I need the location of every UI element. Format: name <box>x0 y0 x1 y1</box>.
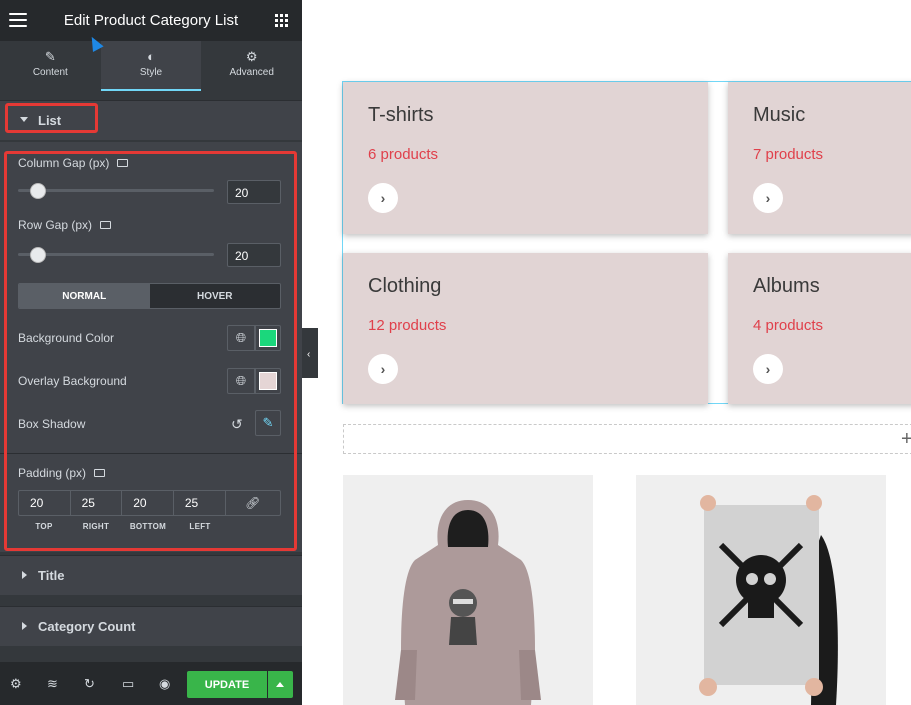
tab-advanced[interactable]: ⚙ Advanced <box>201 41 302 91</box>
chevron-up-icon <box>276 682 284 687</box>
category-name: Music <box>753 104 806 126</box>
collapse-panel-button[interactable]: ‹ <box>302 328 318 378</box>
tab-style[interactable]: ◐ Style <box>100 41 202 91</box>
panel-title: Edit Product Category List <box>63 12 239 29</box>
add-section-area[interactable] <box>343 424 911 454</box>
hoodie-illustration <box>343 475 593 705</box>
category-card-albums[interactable]: Albums 4 products › <box>728 253 911 404</box>
editor-panel: Edit Product Category List ✎ Content ◐ S… <box>0 0 302 705</box>
category-name: Clothing <box>368 275 442 297</box>
preview-eye-icon[interactable]: ◉ <box>159 676 170 692</box>
category-count: 12 products <box>368 317 447 334</box>
category-count: 6 products <box>368 146 439 163</box>
contrast-icon: ◐ <box>147 49 155 64</box>
chevron-right-icon[interactable]: › <box>753 183 783 213</box>
section-title-label: Title <box>38 568 65 583</box>
app-root: Edit Product Category List ✎ Content ◐ S… <box>0 0 911 705</box>
section-category-count-label: Category Count <box>38 619 136 634</box>
chevron-left-icon: ‹ <box>307 349 311 360</box>
responsive-icon[interactable]: ▭ <box>122 676 134 692</box>
widgets-grid-icon[interactable] <box>275 14 288 27</box>
poster-illustration <box>636 475 886 705</box>
tab-content[interactable]: ✎ Content <box>0 41 101 91</box>
gear-icon: ⚙ <box>245 49 258 64</box>
tab-content-label: Content <box>32 67 68 78</box>
highlight-list-controls <box>4 151 297 551</box>
section-category-count-header[interactable]: Category Count <box>0 606 302 646</box>
layers-icon[interactable]: ≋ <box>47 676 58 692</box>
pencil-icon: ✎ <box>44 49 56 64</box>
add-icon[interactable]: + <box>901 428 911 451</box>
section-title-header[interactable]: Title <box>0 555 302 595</box>
tab-advanced-label: Advanced <box>229 67 274 78</box>
update-button[interactable]: UPDATE <box>187 671 267 698</box>
history-icon[interactable]: ↻ <box>84 676 95 692</box>
chevron-right-icon[interactable]: › <box>753 354 783 384</box>
panel-header: Edit Product Category List <box>0 0 302 41</box>
product-image-hoodie[interactable] <box>343 475 593 705</box>
chevron-right-icon[interactable]: › <box>368 354 398 384</box>
chevron-right-icon[interactable]: › <box>368 183 398 213</box>
highlight-list-header <box>5 103 98 133</box>
category-card-clothing[interactable]: Clothing 12 products › <box>343 253 708 404</box>
category-card-tshirts[interactable]: T-shirts 6 products › <box>343 82 708 234</box>
product-image-poster[interactable] <box>636 475 886 705</box>
category-count: 4 products <box>753 317 824 334</box>
panel-tabs: ✎ Content ◐ Style ⚙ Advanced <box>0 41 302 91</box>
update-options-button[interactable] <box>268 671 293 698</box>
settings-icon[interactable]: ⚙ <box>10 676 22 692</box>
category-card-music[interactable]: Music 7 products › <box>728 82 911 234</box>
category-count: 7 products <box>753 146 824 163</box>
category-name: T-shirts <box>368 104 434 126</box>
caret-right-icon <box>22 571 27 579</box>
caret-right-icon <box>22 622 27 630</box>
tab-style-label: Style <box>139 67 163 78</box>
category-name: Albums <box>753 275 820 297</box>
